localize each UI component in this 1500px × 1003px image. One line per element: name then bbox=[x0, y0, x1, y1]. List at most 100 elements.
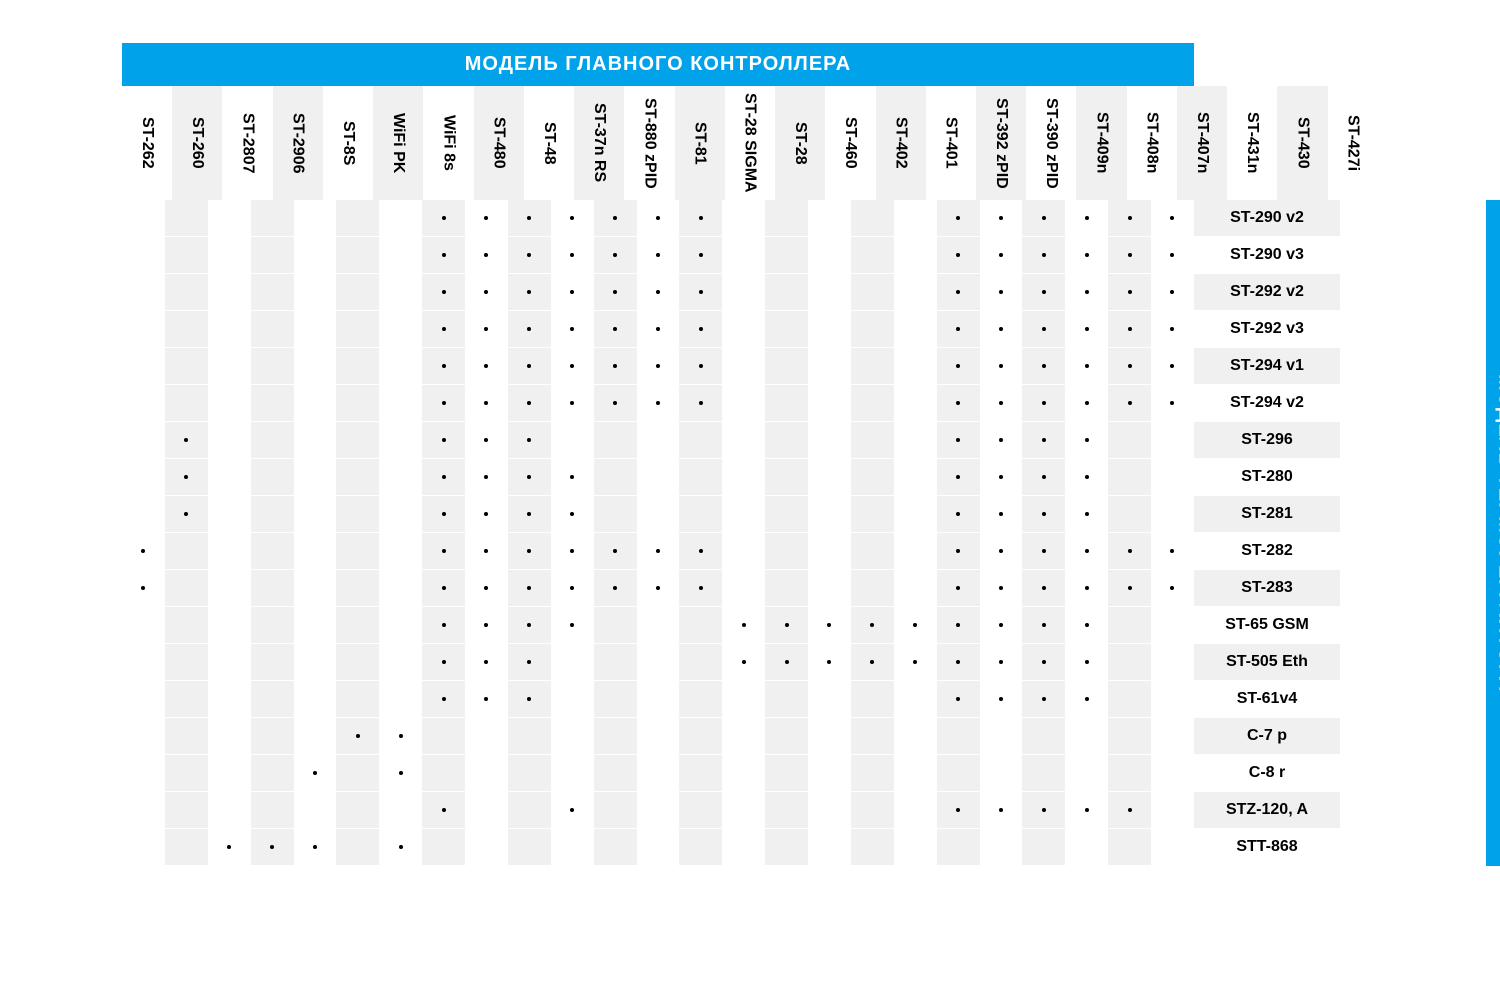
matrix-cell bbox=[765, 570, 808, 606]
matrix-cell bbox=[851, 792, 894, 828]
matrix-cell bbox=[679, 348, 722, 384]
matrix-cell bbox=[551, 200, 594, 236]
matrix-cell bbox=[508, 607, 551, 643]
matrix-cell bbox=[551, 792, 594, 828]
matrix-cell bbox=[551, 718, 594, 754]
matrix-cell bbox=[851, 644, 894, 680]
matrix-cell bbox=[722, 311, 765, 347]
matrix-cell bbox=[465, 422, 508, 458]
matrix-cell bbox=[294, 237, 337, 273]
dot-icon bbox=[956, 253, 960, 257]
matrix-cell bbox=[508, 570, 551, 606]
matrix-cell bbox=[808, 496, 851, 532]
matrix-cell bbox=[1065, 607, 1108, 643]
compatibility-matrix: МОДЕЛЬ ГЛАВНОГО КОНТРОЛЛЕРА ST-262ST-260… bbox=[122, 43, 1378, 866]
matrix-cell bbox=[894, 533, 937, 569]
matrix-cell bbox=[422, 570, 465, 606]
matrix-cell bbox=[122, 607, 165, 643]
matrix-cell bbox=[1108, 718, 1151, 754]
matrix-cell bbox=[637, 422, 680, 458]
matrix-cell bbox=[379, 755, 422, 791]
dot-icon bbox=[956, 549, 960, 553]
matrix-cell bbox=[208, 348, 251, 384]
dot-icon bbox=[227, 845, 231, 849]
dot-icon bbox=[1085, 549, 1089, 553]
matrix-cell bbox=[294, 385, 337, 421]
matrix-cell bbox=[251, 422, 294, 458]
dot-icon bbox=[999, 475, 1003, 479]
dot-icon bbox=[1042, 697, 1046, 701]
matrix-cell bbox=[722, 792, 765, 828]
dot-icon bbox=[870, 623, 874, 627]
matrix-cell bbox=[1022, 311, 1065, 347]
row-label: ST-65 GSM bbox=[1194, 607, 1340, 643]
matrix-cell bbox=[1065, 237, 1108, 273]
matrix-cell bbox=[594, 644, 637, 680]
dot-icon bbox=[699, 364, 703, 368]
dot-icon bbox=[484, 697, 488, 701]
matrix-cell bbox=[422, 200, 465, 236]
matrix-cell bbox=[294, 681, 337, 717]
matrix-cell bbox=[722, 681, 765, 717]
dot-icon bbox=[1085, 697, 1089, 701]
matrix-cell bbox=[251, 274, 294, 310]
dot-icon bbox=[613, 290, 617, 294]
table-row: ST-292 v2 bbox=[122, 274, 1378, 310]
matrix-cell bbox=[894, 718, 937, 754]
dot-icon bbox=[442, 475, 446, 479]
dot-icon bbox=[527, 290, 531, 294]
matrix-cell bbox=[551, 533, 594, 569]
matrix-cell bbox=[851, 607, 894, 643]
matrix-cell bbox=[165, 348, 208, 384]
dot-icon bbox=[1085, 660, 1089, 664]
matrix-cell bbox=[422, 422, 465, 458]
dot-icon bbox=[484, 290, 488, 294]
matrix-cell bbox=[379, 533, 422, 569]
matrix-cell bbox=[765, 348, 808, 384]
dot-icon bbox=[442, 327, 446, 331]
matrix-cell bbox=[379, 274, 422, 310]
matrix-cell bbox=[165, 385, 208, 421]
dot-icon bbox=[1085, 512, 1089, 516]
matrix-cell bbox=[336, 237, 379, 273]
matrix-cell bbox=[851, 718, 894, 754]
column-header: ST-480 bbox=[474, 86, 524, 200]
matrix-cell bbox=[1022, 422, 1065, 458]
matrix-cell bbox=[165, 274, 208, 310]
matrix-cell bbox=[251, 200, 294, 236]
column-header: ST-431n bbox=[1227, 86, 1277, 200]
dot-icon bbox=[1170, 549, 1174, 553]
matrix-cell bbox=[1108, 237, 1151, 273]
dot-icon bbox=[1042, 623, 1046, 627]
matrix-cell bbox=[937, 755, 980, 791]
matrix-cell bbox=[294, 718, 337, 754]
matrix-cell bbox=[336, 274, 379, 310]
matrix-cell bbox=[637, 237, 680, 273]
dot-icon bbox=[484, 401, 488, 405]
column-header: ST-402 bbox=[876, 86, 926, 200]
matrix-cell bbox=[251, 459, 294, 495]
matrix-cell bbox=[336, 459, 379, 495]
matrix-cell bbox=[251, 755, 294, 791]
matrix-cell bbox=[336, 792, 379, 828]
matrix-cell bbox=[294, 422, 337, 458]
dot-icon bbox=[527, 401, 531, 405]
matrix-cell bbox=[1022, 718, 1065, 754]
matrix-cell bbox=[1022, 385, 1065, 421]
matrix-cell bbox=[937, 496, 980, 532]
matrix-cell bbox=[679, 607, 722, 643]
matrix-cell bbox=[937, 459, 980, 495]
matrix-cell bbox=[808, 422, 851, 458]
matrix-cell bbox=[336, 718, 379, 754]
matrix-cell bbox=[208, 459, 251, 495]
matrix-cell bbox=[1065, 348, 1108, 384]
dot-icon bbox=[484, 586, 488, 590]
matrix-cell bbox=[336, 422, 379, 458]
matrix-cell bbox=[679, 829, 722, 865]
matrix-cell bbox=[637, 200, 680, 236]
matrix-cell bbox=[336, 681, 379, 717]
matrix-cell bbox=[937, 311, 980, 347]
dot-icon bbox=[484, 253, 488, 257]
matrix-cell bbox=[122, 274, 165, 310]
table-row: C-7 p bbox=[122, 718, 1378, 754]
